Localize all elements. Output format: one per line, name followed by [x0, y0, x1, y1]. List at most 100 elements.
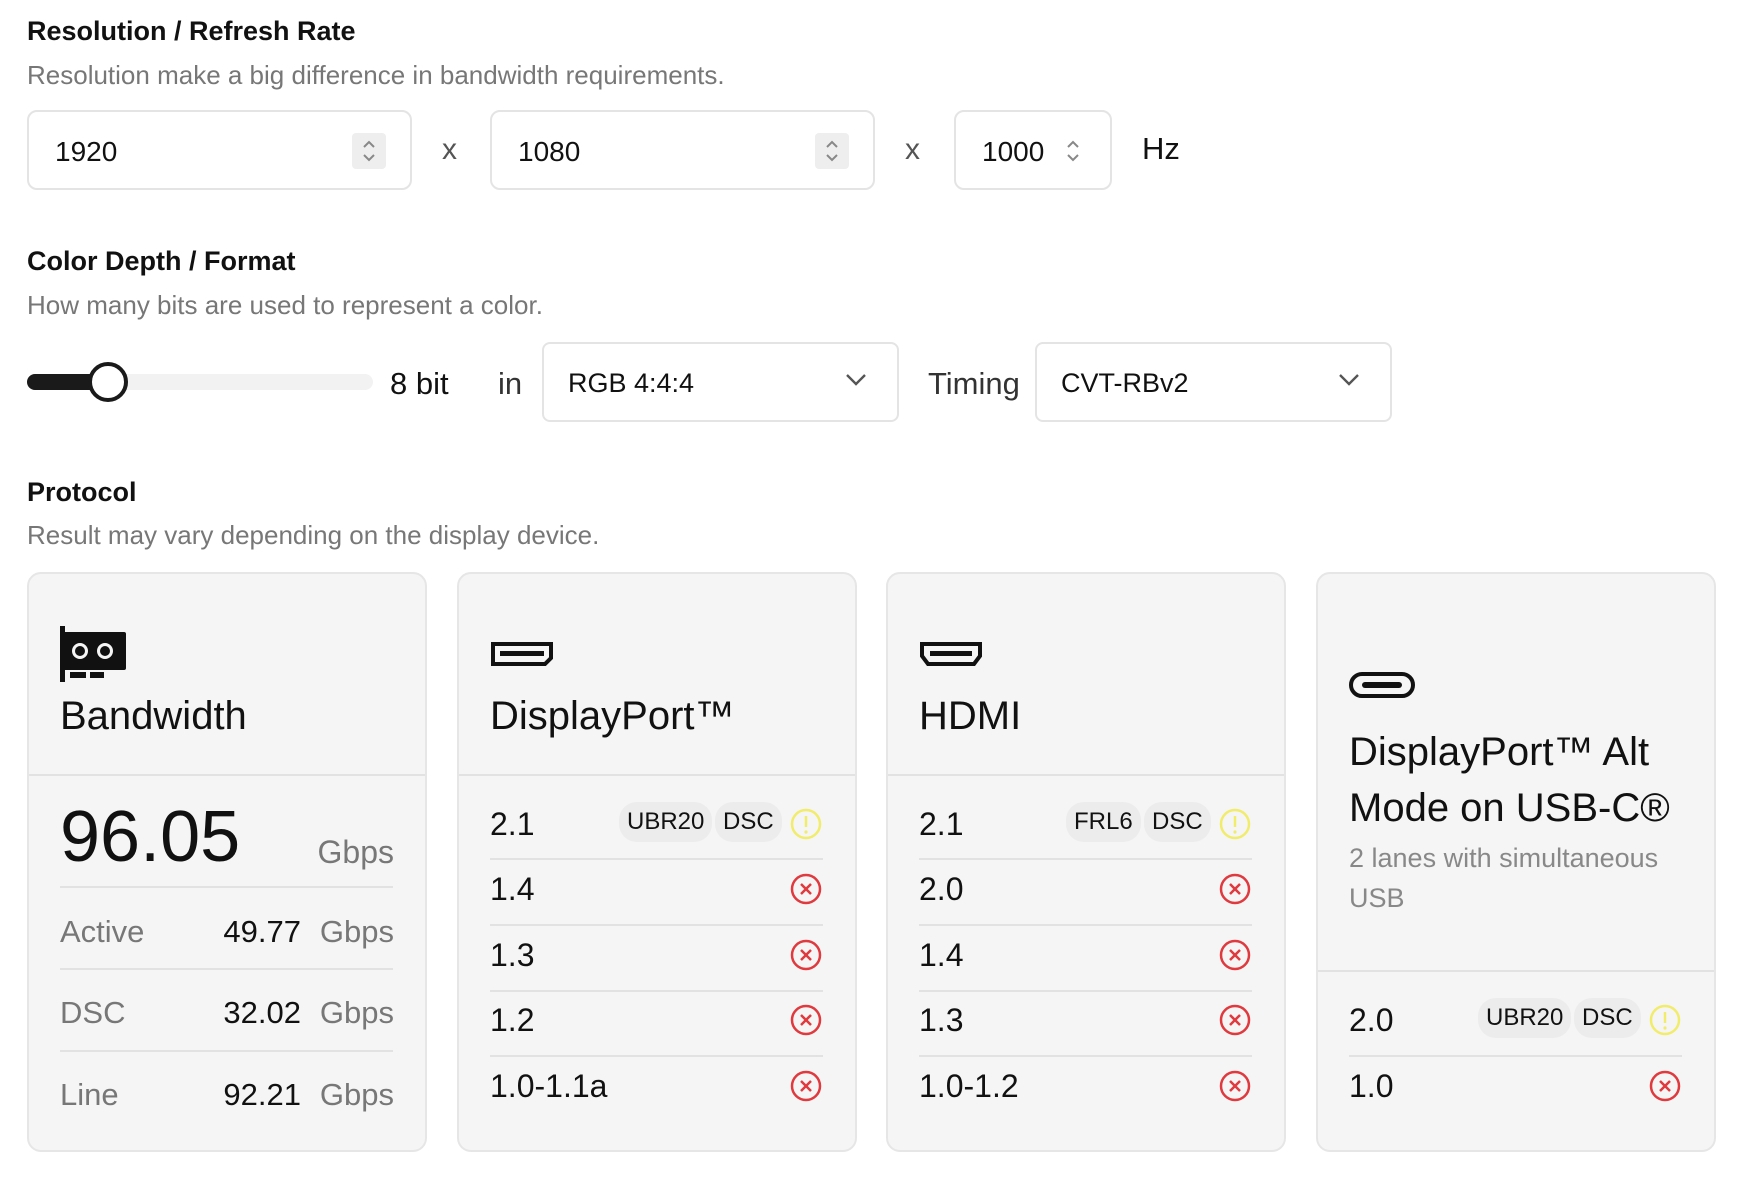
row-divider [60, 968, 393, 970]
dsc-label: DSC [60, 995, 126, 1030]
usbc-version: 2.0 [1349, 1002, 1394, 1038]
bandwidth-title: Bandwidth [60, 694, 247, 738]
frl6-tag: FRL6 [1066, 802, 1141, 842]
resolution-title: Resolution / Refresh Rate [27, 16, 356, 46]
line-value: 92.21 [223, 1077, 301, 1112]
row-divider [919, 1055, 1252, 1057]
height-stepper[interactable] [815, 133, 849, 169]
x-circle-icon [1219, 1070, 1251, 1102]
resolution-subtitle: Resolution make a big difference in band… [27, 60, 725, 90]
bandwidth-total: 96.05 [60, 797, 241, 877]
row-divider [60, 1050, 393, 1052]
x-circle-icon [1219, 939, 1251, 971]
hdmi-card: HDMI 2.1 FRL6 DSC 2.0 1.4 1.3 1.0-1.2 [886, 572, 1286, 1152]
row-divider [919, 990, 1252, 992]
dp-version: 2.1 [490, 806, 535, 842]
row-divider [919, 858, 1252, 860]
x-circle-icon [790, 1070, 822, 1102]
x-circle-icon [790, 1004, 822, 1036]
displayport-title: DisplayPort™ [490, 694, 735, 738]
color-format-value: RGB 4:4:4 [568, 368, 695, 398]
color-subtitle: How many bits are used to represent a co… [27, 290, 543, 320]
line-unit: Gbps [319, 1077, 394, 1112]
hdmi-version: 1.3 [919, 1002, 964, 1038]
displayport-connector-icon [491, 642, 553, 666]
row-divider [490, 924, 823, 926]
width-stepper[interactable] [352, 133, 386, 169]
ubr20-tag: UBR20 [619, 802, 713, 842]
timing-select[interactable]: CVT-RBv2 [1035, 342, 1392, 422]
stepper-arrows-icon [363, 140, 375, 162]
dsc-tag: DSC [715, 802, 782, 842]
row-divider [490, 858, 823, 860]
hdmi-connector-icon [920, 642, 982, 666]
dsc-unit: Gbps [319, 995, 394, 1030]
gpu-card-icon [60, 626, 126, 682]
card-divider [29, 774, 425, 776]
x-circle-icon [790, 873, 822, 905]
hdmi-version: 2.0 [919, 871, 964, 907]
dsc-value: 32.02 [223, 995, 301, 1030]
card-divider [459, 774, 855, 776]
warning-circle-icon [1649, 1004, 1681, 1036]
active-unit: Gbps [319, 914, 394, 949]
refresh-input[interactable]: 1000 [954, 110, 1112, 190]
card-divider [888, 774, 1284, 776]
width-value: 1920 [55, 136, 118, 167]
dp-version: 1.2 [490, 1002, 535, 1038]
usbc-card: DisplayPort™ Alt Mode on USB-C® 2 lanes … [1316, 572, 1716, 1152]
timing-value: CVT-RBv2 [1061, 368, 1189, 398]
usb-c-connector-icon [1349, 672, 1415, 698]
height-value: 1080 [518, 136, 581, 167]
refresh-stepper[interactable] [1056, 133, 1090, 169]
chevron-down-icon [1339, 374, 1359, 386]
protocol-title: Protocol [27, 477, 137, 507]
hdmi-version: 1.0-1.2 [919, 1068, 1019, 1104]
in-label: in [498, 366, 523, 401]
card-divider [1318, 970, 1714, 972]
warning-circle-icon [790, 808, 822, 840]
color-format-select[interactable]: RGB 4:4:4 [542, 342, 899, 422]
bit-depth-slider-thumb[interactable] [88, 362, 128, 402]
usbc-version: 1.0 [1349, 1068, 1394, 1104]
stepper-arrows-icon [1067, 140, 1079, 162]
row-divider [60, 886, 393, 888]
row-divider [490, 990, 823, 992]
refresh-unit: Hz [1142, 131, 1180, 166]
displayport-card: DisplayPort™ 2.1 UBR20 DSC 1.4 1.3 1.2 1… [457, 572, 857, 1152]
height-input[interactable]: 1080 [490, 110, 875, 190]
x-circle-icon [1219, 1004, 1251, 1036]
warning-circle-icon [1219, 808, 1251, 840]
x-circle-icon [1219, 873, 1251, 905]
hdmi-version: 2.1 [919, 806, 964, 842]
chevron-down-icon [846, 374, 866, 386]
dsc-tag: DSC [1144, 802, 1211, 842]
dsc-tag: DSC [1574, 998, 1641, 1038]
x-circle-icon [1649, 1070, 1681, 1102]
times-sign: x [442, 133, 457, 166]
stepper-arrows-icon [826, 140, 838, 162]
dp-version: 1.4 [490, 871, 535, 907]
line-label: Line [60, 1077, 119, 1112]
bandwidth-calculator: Resolution / Refresh Rate Resolution mak… [0, 0, 1758, 1180]
ubr20-tag: UBR20 [1478, 998, 1572, 1038]
protocol-subtitle: Result may vary depending on the display… [27, 520, 600, 550]
x-circle-icon [790, 939, 822, 971]
row-divider [1349, 1055, 1682, 1057]
refresh-value: 1000 [982, 136, 1045, 167]
dp-version: 1.0-1.1a [490, 1068, 608, 1104]
width-input[interactable]: 1920 [27, 110, 412, 190]
times-sign: x [905, 133, 920, 166]
row-divider [919, 924, 1252, 926]
active-value: 49.77 [223, 914, 301, 949]
hdmi-title: HDMI [919, 694, 1022, 738]
timing-label: Timing [928, 366, 1020, 401]
usbc-subtitle: 2 lanes with simultaneous USB [1349, 843, 1659, 913]
dp-version: 1.3 [490, 937, 535, 973]
bandwidth-card: Bandwidth 96.05 Gbps Active 49.77 Gbps D… [27, 572, 427, 1152]
bandwidth-total-unit: Gbps [317, 834, 394, 870]
active-label: Active [60, 914, 145, 949]
hdmi-version: 1.4 [919, 937, 964, 973]
row-divider [490, 1055, 823, 1057]
color-title: Color Depth / Format [27, 246, 296, 276]
